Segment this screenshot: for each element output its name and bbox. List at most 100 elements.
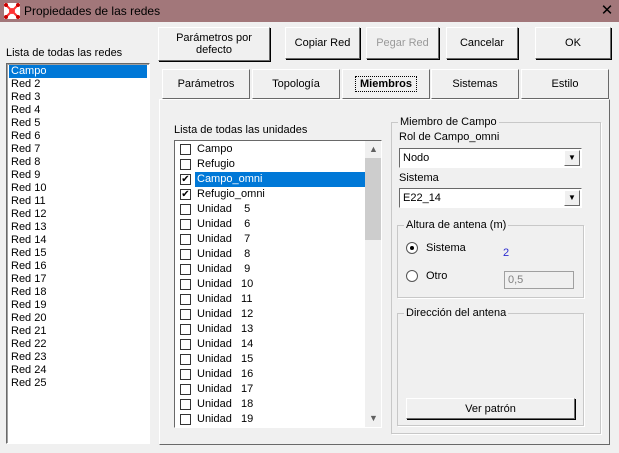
scroll-up-icon[interactable]: ▲ (365, 141, 381, 158)
unit-label: Unidad 19 (197, 413, 254, 425)
tab-topología[interactable]: Topología (252, 69, 340, 99)
unit-label: Unidad 8 (197, 248, 251, 260)
networks-list[interactable]: Campo Red 2 Red 3 Red 4 Red 5 Red 6 Red 7 Red 8… (6, 63, 150, 444)
unit-checkbox[interactable] (180, 339, 191, 350)
network-list-item[interactable]: Red 5 (9, 117, 147, 130)
unit-list-item[interactable]: Unidad 7 (177, 232, 365, 247)
network-list-item[interactable]: Red 12 (9, 208, 147, 221)
cancel-button[interactable]: Cancelar (446, 27, 518, 59)
unit-list-item[interactable]: Unidad 13 (177, 322, 365, 337)
network-list-item[interactable]: Red 24 (9, 364, 147, 377)
network-list-item[interactable]: Red 9 (9, 169, 147, 182)
tab-miembros[interactable]: Miembros (342, 69, 430, 99)
unit-checkbox[interactable] (180, 324, 191, 335)
unit-checkbox[interactable] (180, 234, 191, 245)
close-icon[interactable]: ✕ (598, 1, 616, 21)
units-scrollbar[interactable]: ▲ ▼ (365, 141, 381, 427)
network-list-item[interactable]: Red 11 (9, 195, 147, 208)
unit-list-item[interactable]: Unidad 19 (177, 412, 365, 427)
chevron-down-icon[interactable]: ▼ (564, 150, 580, 166)
network-list-item[interactable]: Red 14 (9, 234, 147, 247)
unit-checkbox[interactable] (180, 249, 191, 260)
unit-list-item[interactable]: Unidad 12 (177, 307, 365, 322)
unit-list-item[interactable]: Unidad 17 (177, 382, 365, 397)
network-list-item[interactable]: Red 6 (9, 130, 147, 143)
copy-network-button[interactable]: Copiar Red (285, 27, 360, 59)
app-icon (4, 3, 20, 19)
network-list-item[interactable]: Red 2 (9, 78, 147, 91)
unit-checkbox[interactable] (180, 414, 191, 425)
antenna-height-title: Altura de antena (m) (404, 219, 509, 231)
unit-list-item[interactable]: ✔ Refugio_omni (177, 187, 365, 202)
system-select[interactable]: E22_14 ▼ (399, 188, 582, 208)
member-group-title: Miembro de Campo (398, 116, 499, 128)
network-list-item[interactable]: Red 17 (9, 273, 147, 286)
unit-list-item[interactable]: Campo (177, 142, 365, 157)
unit-list-item[interactable]: Unidad 6 (177, 217, 365, 232)
unit-list-item[interactable]: Refugio (177, 157, 365, 172)
tab-estilo[interactable]: Estilo (521, 69, 609, 99)
chevron-down-icon[interactable]: ▼ (564, 190, 580, 206)
paste-network-button[interactable]: Pegar Red (366, 27, 439, 59)
unit-checkbox[interactable] (180, 219, 191, 230)
network-list-item[interactable]: Red 23 (9, 351, 147, 364)
unit-list-item[interactable]: Unidad 11 (177, 292, 365, 307)
other-height-radio[interactable] (406, 270, 418, 282)
unit-list-item[interactable]: Unidad 18 (177, 397, 365, 412)
unit-checkbox[interactable]: ✔ (180, 189, 191, 200)
network-list-item[interactable]: Red 20 (9, 312, 147, 325)
network-list-item[interactable]: Red 8 (9, 156, 147, 169)
network-list-item[interactable]: Red 3 (9, 91, 147, 104)
network-list-item[interactable]: Red 19 (9, 299, 147, 312)
network-list-item[interactable]: Red 25 (9, 377, 147, 390)
view-pattern-button[interactable]: Ver patrón (406, 398, 575, 419)
tab-sistemas[interactable]: Sistemas (431, 69, 519, 99)
unit-list-item[interactable]: Unidad 15 (177, 352, 365, 367)
unit-checkbox[interactable] (180, 159, 191, 170)
default-parameters-button[interactable]: Parámetros por defecto (158, 27, 270, 61)
system-height-radio[interactable] (406, 242, 418, 254)
network-list-item[interactable]: Red 15 (9, 247, 147, 260)
unit-list-item[interactable]: Unidad 10 (177, 277, 365, 292)
other-height-input[interactable]: 0,5 (504, 271, 574, 289)
other-height-label: Otro (426, 270, 448, 282)
scroll-down-icon[interactable]: ▼ (365, 410, 381, 427)
unit-list-item[interactable]: Unidad 5 (177, 202, 365, 217)
network-list-item[interactable]: Red 16 (9, 260, 147, 273)
system-height-label: Sistema (426, 242, 466, 254)
unit-checkbox[interactable] (180, 294, 191, 305)
unit-checkbox[interactable] (180, 354, 191, 365)
tab-label: Parámetros (177, 78, 235, 90)
role-select[interactable]: Nodo ▼ (399, 148, 582, 168)
unit-list-item[interactable]: ✔ Campo_omni (177, 172, 365, 187)
unit-checkbox[interactable] (180, 399, 191, 410)
unit-list-item[interactable]: Unidad 9 (177, 262, 365, 277)
unit-checkbox[interactable] (180, 309, 191, 320)
unit-list-item[interactable]: Unidad 16 (177, 367, 365, 382)
dialog-window: Propiedades de las redes ✕ Parámetros po… (0, 0, 619, 453)
unit-checkbox[interactable] (180, 264, 191, 275)
unit-checkbox[interactable] (180, 279, 191, 290)
network-list-item[interactable]: Red 22 (9, 338, 147, 351)
window-title: Propiedades de las redes (24, 4, 161, 18)
network-list-item[interactable]: Red 21 (9, 325, 147, 338)
network-list-item[interactable]: Red 18 (9, 286, 147, 299)
unit-checkbox[interactable] (180, 384, 191, 395)
title-bar: Propiedades de las redes ✕ (0, 0, 619, 22)
network-list-item[interactable]: Red 13 (9, 221, 147, 234)
unit-list-item[interactable]: Unidad 14 (177, 337, 365, 352)
network-list-item[interactable]: Red 10 (9, 182, 147, 195)
unit-list-item[interactable]: Unidad 8 (177, 247, 365, 262)
network-list-item[interactable]: Campo (9, 65, 147, 78)
units-list[interactable]: Campo Refugio ✔ Campo_omni ✔ Refugio_omni Unid… (174, 140, 382, 428)
network-list-item[interactable]: Red 7 (9, 143, 147, 156)
unit-checkbox[interactable] (180, 369, 191, 380)
ok-button[interactable]: OK (535, 27, 611, 59)
scroll-thumb[interactable] (365, 158, 381, 240)
unit-checkbox[interactable]: ✔ (180, 174, 191, 185)
network-list-item[interactable]: Red 4 (9, 104, 147, 117)
tab-label: Topología (272, 78, 320, 90)
unit-checkbox[interactable] (180, 144, 191, 155)
unit-checkbox[interactable] (180, 204, 191, 215)
tab-parámetros[interactable]: Parámetros (162, 69, 250, 99)
